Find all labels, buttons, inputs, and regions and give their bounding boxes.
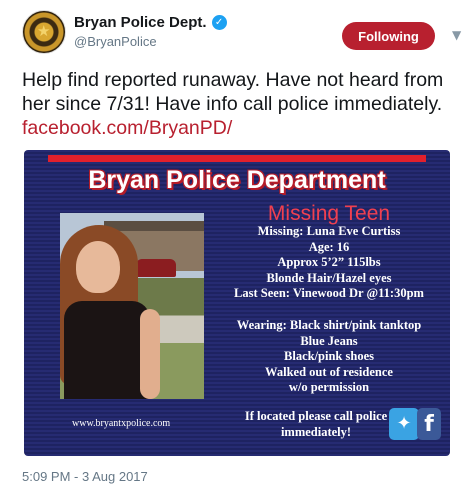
flyer-wearing: Wearing: Black shirt/pink tanktop Blue J… bbox=[214, 318, 444, 396]
detail-last-seen: Last Seen: Vinewood Dr @11:30pm bbox=[234, 286, 424, 300]
detail-name: Missing: Luna Eve Curtiss bbox=[257, 224, 401, 238]
avatar[interactable]: ★ bbox=[22, 10, 66, 54]
photo-arm bbox=[140, 309, 160, 399]
name-row: Bryan Police Dept. ✓ bbox=[74, 14, 227, 31]
verified-badge-icon: ✓ bbox=[211, 15, 227, 30]
wearing-note-2: w/o permission bbox=[288, 380, 370, 394]
tweet-text: Help find reported runaway. Have not hea… bbox=[22, 68, 462, 140]
photo-shirt bbox=[64, 301, 150, 399]
following-button[interactable]: Following bbox=[342, 22, 435, 50]
photo-car bbox=[136, 259, 176, 277]
detail-hair-eyes: Blonde Hair/Hazel eyes bbox=[266, 270, 392, 285]
tweet-body: Help find reported runaway. Have not hea… bbox=[22, 69, 444, 115]
flyer-details: Missing: Luna Eve Curtiss Age: 16 Approx… bbox=[214, 224, 444, 302]
cta-line-1: If located please call police bbox=[244, 409, 388, 423]
missing-teen-photo bbox=[60, 213, 204, 399]
flyer-url: www.bryantxpolice.com bbox=[72, 418, 171, 429]
display-name[interactable]: Bryan Police Dept. bbox=[74, 14, 207, 31]
missing-person-flyer-image[interactable]: Bryan Police Department Missing Teen Mis… bbox=[24, 150, 450, 456]
handle[interactable]: @BryanPolice bbox=[74, 34, 157, 49]
wearing-note-1: Walked out of residence bbox=[265, 364, 393, 379]
chevron-down-icon[interactable]: ▼ bbox=[452, 28, 461, 42]
flyer-title: Bryan Police Department bbox=[88, 166, 386, 194]
photo-face bbox=[76, 241, 120, 293]
flyer-red-bar bbox=[48, 155, 426, 162]
detail-size: Approx 5’2” 115lbs bbox=[277, 255, 381, 269]
wearing-shirt: Wearing: Black shirt/pink tanktop bbox=[236, 318, 422, 332]
tweet-link[interactable]: facebook.com/BryanPD/ bbox=[22, 117, 232, 139]
tweet-timestamp[interactable]: 5:09 PM - 3 Aug 2017 bbox=[22, 469, 148, 484]
detail-age: Age: 16 bbox=[308, 239, 350, 254]
wearing-shoes: Black/pink shoes bbox=[284, 349, 374, 363]
cta-line-2: immediately! bbox=[280, 424, 352, 439]
facebook-icon: f bbox=[417, 408, 441, 440]
flyer-call-to-action: If located please call police immediatel… bbox=[226, 409, 406, 440]
wearing-pants: Blue Jeans bbox=[300, 333, 358, 348]
badge-star-icon: ★ bbox=[37, 22, 51, 40]
tweet-header: ★ Bryan Police Dept. ✓ @BryanPolice Foll… bbox=[22, 10, 461, 58]
flyer-subtitle: Missing Teen bbox=[267, 202, 391, 225]
social-icons: ✦ f bbox=[389, 408, 443, 442]
twitter-icon: ✦ bbox=[389, 408, 419, 440]
